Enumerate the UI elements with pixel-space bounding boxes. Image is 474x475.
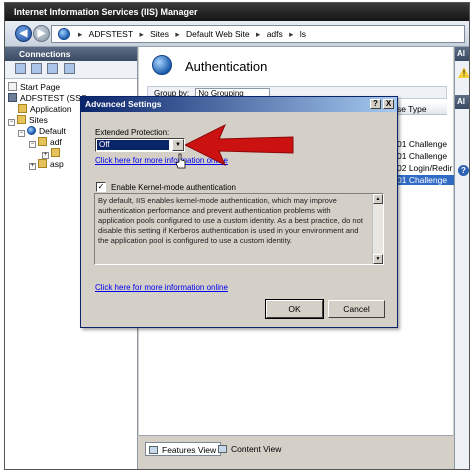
table-row[interactable]: 02 Login/Redir (397, 163, 457, 173)
tree-item-label: Start Page (20, 82, 61, 92)
breadcrumb-separator: ▸ (175, 29, 180, 39)
table-row[interactable]: 01 Challenge (397, 151, 457, 161)
folder-icon (18, 104, 27, 113)
up-level-icon[interactable] (47, 63, 59, 74)
tree-item-start-page[interactable]: Start Page (5, 82, 137, 93)
extended-protection-value: Off (97, 140, 169, 150)
scroll-down-icon[interactable]: ▼ (373, 254, 383, 264)
scroll-up-icon[interactable]: ▲ (373, 194, 383, 204)
forward-button[interactable]: ▶ (33, 25, 50, 42)
actions-pane: Al ! Al ? (454, 47, 469, 469)
folder-icon (51, 148, 60, 157)
extended-protection-label: Extended Protection: (95, 128, 170, 137)
tab-label: Content View (231, 444, 282, 454)
expand-icon[interactable]: + (42, 152, 49, 159)
tree-item-label: adf (50, 137, 62, 147)
red-annotation-arrow (185, 123, 294, 167)
back-arrow-icon: ◀ (19, 28, 28, 39)
globe-icon (152, 55, 172, 75)
connections-toolbar (5, 61, 137, 79)
folder-icon (38, 159, 47, 168)
cancel-button[interactable]: Cancel (328, 300, 385, 318)
collapse-icon[interactable]: − (29, 141, 36, 148)
tree-item-label: Default (39, 126, 66, 136)
tab-features-view[interactable]: Features View (145, 442, 222, 456)
breadcrumb-separator: ▸ (139, 29, 144, 39)
dialog-help-button[interactable]: ? (370, 99, 381, 109)
tree-item-label: ADFSTEST (SSC (20, 93, 87, 103)
refresh-icon[interactable] (63, 63, 75, 74)
collapse-icon[interactable]: − (18, 130, 25, 137)
address-bar: ◀ ▶ ▸ ADFSTEST ▸ Sites ▸ Default Web Sit… (5, 21, 469, 47)
breadcrumb[interactable]: ▸ ADFSTEST ▸ Sites ▸ Default Web Site ▸ … (51, 25, 465, 43)
page-title: Authentication (185, 59, 268, 74)
mouse-cursor-icon (175, 153, 186, 169)
actions-subtitle: Al (455, 95, 469, 109)
breadcrumb-item-sites[interactable]: Sites (150, 29, 169, 39)
folder-icon (17, 115, 26, 124)
tree-item-label: asp (50, 159, 64, 169)
connections-title: Connections (5, 47, 137, 61)
window-title: Internet Information Services (IIS) Mana… (5, 3, 469, 21)
description-scrollbar[interactable]: ▲ ▼ (372, 194, 383, 264)
features-view-icon (149, 446, 158, 454)
breadcrumb-separator: ▸ (256, 29, 261, 39)
breadcrumb-item-server[interactable]: ADFSTEST (89, 29, 133, 39)
table-row-selected[interactable]: 01 Challenge (397, 175, 457, 185)
tree-item-label: Application (30, 104, 72, 114)
tab-content-view[interactable]: Content View (215, 442, 285, 456)
globe-icon (58, 28, 70, 40)
description-box: By default, IIS enables kernel-mode auth… (94, 193, 384, 265)
breadcrumb-item-ls[interactable]: ls (300, 29, 306, 39)
page-icon (8, 82, 17, 91)
iis-manager-window: Internet Information Services (IIS) Mana… (4, 2, 470, 470)
extended-protection-select[interactable]: Off ▼ (95, 138, 185, 152)
kernel-mode-label: Enable Kernel-mode authentication (111, 183, 236, 192)
help-icon[interactable]: ? (458, 165, 469, 176)
ok-button[interactable]: OK (265, 299, 324, 319)
column-header-type[interactable]: se Type (397, 104, 427, 114)
tab-label: Features View (162, 445, 217, 455)
description-text: By default, IIS enables kernel-mode auth… (98, 196, 363, 245)
connect-icon[interactable] (15, 63, 26, 74)
dialog-titlebar: Advanced Settings ? X (81, 97, 397, 112)
content-view-icon (218, 445, 227, 453)
breadcrumb-separator: ▸ (78, 29, 83, 39)
back-button[interactable]: ◀ (15, 25, 32, 42)
breadcrumb-item-site[interactable]: Default Web Site (186, 29, 250, 39)
server-icon (8, 93, 17, 102)
chevron-down-icon[interactable]: ▼ (172, 139, 184, 151)
view-switcher: Features View Content View (139, 435, 453, 469)
collapse-icon[interactable]: − (8, 119, 15, 126)
forward-arrow-icon: ▶ (37, 28, 46, 39)
table-row[interactable]: 01 Challenge (397, 139, 457, 149)
save-icon[interactable] (31, 63, 43, 74)
breadcrumb-item-adfs[interactable]: adfs (267, 29, 283, 39)
tree-item-label: Sites (29, 115, 48, 125)
more-info-link-2[interactable]: Click here for more information online (95, 283, 228, 292)
feature-header: Authentication (139, 47, 453, 87)
kernel-mode-checkbox[interactable]: ✓ (96, 182, 106, 192)
dialog-title: Advanced Settings (85, 99, 162, 109)
breadcrumb-separator: ▸ (289, 29, 294, 39)
dialog-close-button[interactable]: X (383, 99, 394, 109)
globe-icon (27, 126, 36, 135)
actions-title: Al (455, 47, 469, 61)
warning-icon: ! (458, 67, 469, 78)
folder-icon (38, 137, 47, 146)
expand-icon[interactable]: + (29, 163, 36, 170)
